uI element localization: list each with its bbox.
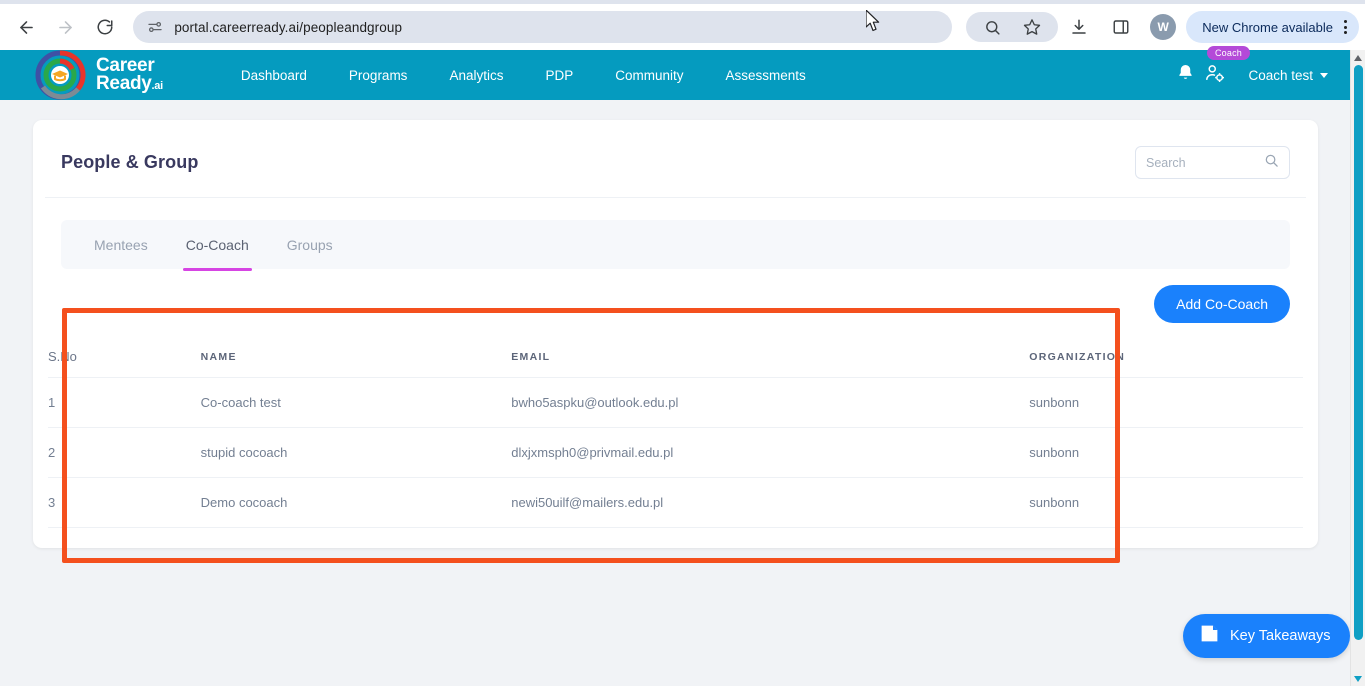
app-header: Career Ready.ai Dashboard Programs Analy…	[0, 50, 1350, 100]
nav-item-dashboard[interactable]: Dashboard	[241, 68, 307, 83]
header-right-cluster: Coach Coach test	[1170, 60, 1328, 90]
chevron-down-icon[interactable]	[1320, 73, 1328, 78]
cell-organization: sunbonn	[1029, 478, 1303, 528]
table-body: 1 Co-coach test bwho5aspku@outlook.edu.p…	[48, 378, 1303, 528]
kebab-menu-icon[interactable]	[1344, 20, 1347, 34]
cell-email: bwho5aspku@outlook.edu.pl	[511, 378, 1029, 428]
nav-item-community[interactable]: Community	[615, 68, 683, 83]
bookmark-star-icon[interactable]	[1017, 12, 1047, 42]
cell-name: Co-coach test	[201, 378, 512, 428]
role-badge: Coach	[1207, 46, 1250, 60]
column-header-sno: S.No	[48, 335, 201, 378]
nav-item-pdp[interactable]: PDP	[545, 68, 573, 83]
people-group-card: People & Group Mentees Co-Coach Groups A…	[33, 120, 1318, 548]
profile-initial: W	[1158, 20, 1169, 34]
bell-icon	[1176, 63, 1195, 87]
chrome-update-button[interactable]: New Chrome available	[1186, 11, 1359, 43]
zoom-indicator[interactable]	[966, 12, 1058, 42]
back-button[interactable]	[10, 10, 43, 44]
table-header-row: S.No NAME EMAIL ORGANIZATION	[48, 335, 1303, 378]
side-panel-icon[interactable]	[1106, 12, 1136, 42]
column-header-organization: ORGANIZATION	[1029, 335, 1303, 378]
zoom-search-icon[interactable]	[977, 12, 1007, 42]
search-box[interactable]	[1135, 146, 1290, 179]
profile-avatar[interactable]: W	[1150, 14, 1176, 40]
nav-item-programs[interactable]: Programs	[349, 68, 408, 83]
nav-item-assessments[interactable]: Assessments	[726, 68, 806, 83]
cell-organization: sunbonn	[1029, 428, 1303, 478]
tab-mentees[interactable]: Mentees	[91, 224, 151, 266]
key-takeaways-button[interactable]: Key Takeaways	[1183, 614, 1350, 658]
reload-icon	[96, 18, 114, 36]
mouse-cursor	[866, 10, 882, 38]
page-body: People & Group Mentees Co-Coach Groups A…	[0, 100, 1350, 686]
main-navigation: Dashboard Programs Analytics PDP Communi…	[220, 68, 827, 83]
browser-toolbar: portal.careerready.ai/peopleandgroup	[0, 4, 1365, 50]
forward-button[interactable]	[49, 10, 82, 44]
cell-email: dlxjxmsph0@privmail.edu.pl	[511, 428, 1029, 478]
scrollbar-thumb[interactable]	[1354, 65, 1363, 640]
search-input[interactable]	[1146, 156, 1264, 170]
add-co-coach-button[interactable]: Add Co-Coach	[1154, 285, 1290, 323]
app-logo-text: Career Ready.ai	[96, 57, 163, 93]
forward-arrow-icon	[56, 18, 75, 37]
scroll-up-arrow-icon[interactable]	[1351, 50, 1365, 65]
note-icon	[1199, 623, 1220, 649]
notification-bell-button[interactable]	[1170, 60, 1200, 90]
url-text: portal.careerready.ai/peopleandgroup	[174, 20, 402, 35]
site-settings-icon[interactable]	[147, 19, 163, 35]
card-header: People & Group	[33, 120, 1318, 179]
cell-organization: sunbonn	[1029, 378, 1303, 428]
user-menu-label[interactable]: Coach test	[1248, 68, 1313, 83]
toolbar-icons: W New Chrome available	[964, 11, 1365, 43]
header-divider	[45, 197, 1306, 198]
co-coach-table: S.No NAME EMAIL ORGANIZATION 1 Co-coach …	[48, 335, 1303, 528]
address-bar[interactable]: portal.careerready.ai/peopleandgroup	[133, 11, 952, 43]
page-title: People & Group	[61, 152, 198, 173]
manage-user-button[interactable]	[1200, 60, 1230, 90]
logo-suffix: .ai	[152, 80, 163, 92]
key-takeaways-label: Key Takeaways	[1230, 628, 1330, 644]
search-icon[interactable]	[1264, 153, 1279, 173]
back-arrow-icon	[17, 18, 36, 37]
reload-button[interactable]	[88, 10, 121, 44]
column-header-name: NAME	[201, 335, 512, 378]
page-scrollbar[interactable]	[1350, 50, 1365, 686]
tab-groups[interactable]: Groups	[284, 224, 336, 266]
nav-item-analytics[interactable]: Analytics	[449, 68, 503, 83]
download-icon[interactable]	[1064, 12, 1094, 42]
co-coach-table-wrapper: S.No NAME EMAIL ORGANIZATION 1 Co-coach …	[48, 335, 1303, 528]
logo-line-2: Ready	[96, 73, 152, 94]
table-row[interactable]: 2 stupid cocoach dlxjxmsph0@privmail.edu…	[48, 428, 1303, 478]
table-row[interactable]: 3 Demo cocoach newi50uilf@mailers.edu.pl…	[48, 478, 1303, 528]
tab-co-coach[interactable]: Co-Coach	[183, 224, 252, 266]
scrollbar-track[interactable]	[1351, 65, 1365, 671]
app-logo[interactable]: Career Ready.ai	[34, 49, 163, 101]
column-header-email: EMAIL	[511, 335, 1029, 378]
scroll-down-arrow-icon[interactable]	[1351, 671, 1365, 686]
cell-name: Demo cocoach	[201, 478, 512, 528]
user-settings-icon	[1204, 62, 1226, 89]
tabs-bar: Mentees Co-Coach Groups	[61, 220, 1290, 269]
table-header: S.No NAME EMAIL ORGANIZATION	[48, 335, 1303, 378]
cell-sno: 2	[48, 428, 201, 478]
chrome-update-label: New Chrome available	[1202, 20, 1333, 35]
cell-sno: 1	[48, 378, 201, 428]
table-row[interactable]: 1 Co-coach test bwho5aspku@outlook.edu.p…	[48, 378, 1303, 428]
cell-email: newi50uilf@mailers.edu.pl	[511, 478, 1029, 528]
cell-sno: 3	[48, 478, 201, 528]
browser-chrome: portal.careerready.ai/peopleandgroup	[0, 0, 1365, 50]
cell-name: stupid cocoach	[201, 428, 512, 478]
action-row: Add Co-Coach	[33, 269, 1318, 323]
careerready-logo-icon	[34, 49, 86, 101]
